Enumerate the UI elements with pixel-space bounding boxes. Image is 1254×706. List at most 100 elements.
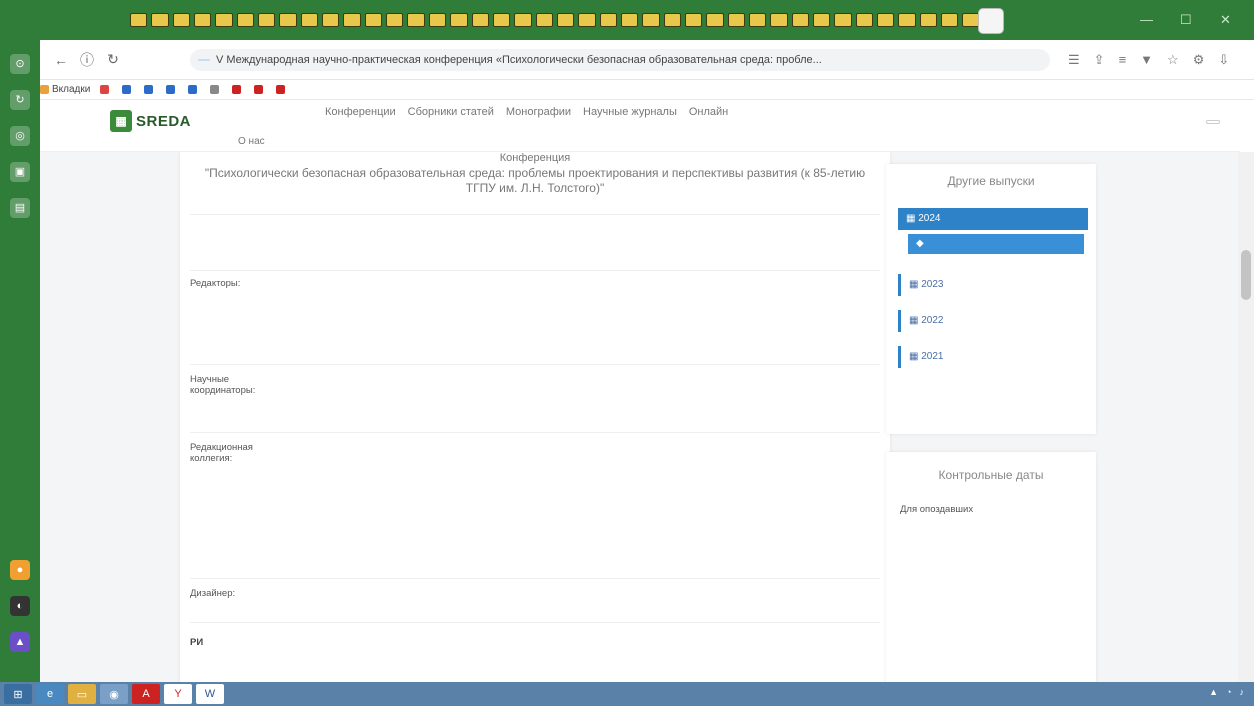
citation-label: РИ xyxy=(190,637,204,648)
bookmark-icon xyxy=(232,85,242,94)
year-item-2022[interactable]: ▦ 2022 xyxy=(898,310,1084,332)
year-item-2021[interactable]: ▦ 2021 xyxy=(898,346,1084,368)
logo-text: SREDA xyxy=(136,112,192,130)
star-icon[interactable]: ☆ xyxy=(1167,52,1179,68)
bookmark-icon xyxy=(210,85,220,94)
conference-card: Конференция "Психологически безопасная о… xyxy=(180,152,890,682)
language-switch[interactable] xyxy=(1206,120,1220,124)
bookmark-item[interactable]: Вкладки xyxy=(40,84,90,95)
conference-title: "Психологически безопасная образовательн… xyxy=(204,166,866,195)
sidebar-app-icon[interactable]: ▲ xyxy=(10,632,30,652)
year-label: 2022 xyxy=(921,315,944,326)
bookmark-item[interactable] xyxy=(144,85,156,94)
year-label: 2023 xyxy=(921,279,944,290)
divider xyxy=(190,432,880,433)
scrollbar-thumb[interactable] xyxy=(1241,250,1251,300)
info-icon[interactable]: ⓘ xyxy=(74,50,100,70)
site-header: ▦ SREDA Конференции Сборники статей Моно… xyxy=(40,100,1240,152)
menu-item-collections[interactable]: Сборники статей xyxy=(408,106,494,118)
menu-item-journals[interactable]: Научные журналы xyxy=(583,106,677,118)
sidebar-app-icon[interactable]: ↻ xyxy=(10,90,30,110)
menu-item-conferences[interactable]: Конференции xyxy=(325,106,396,118)
issue-item[interactable]: ◆ xyxy=(908,234,1084,254)
taskbar-app-icon[interactable]: ◉ xyxy=(100,684,128,704)
panel-title: Контрольные даты xyxy=(938,468,1044,482)
back-icon[interactable]: ← xyxy=(48,52,74,68)
taskbar-app-icon[interactable]: e xyxy=(36,684,64,704)
menu-item-online[interactable]: Онлайн xyxy=(689,106,728,118)
url-field[interactable]: V Международная научно-практическая конф… xyxy=(190,49,1050,71)
sidebar-app-icon[interactable]: ▣ xyxy=(10,162,30,182)
bookmarks-bar: Вкладки xyxy=(40,80,1254,100)
menu-icon[interactable]: ≡ xyxy=(1119,52,1127,68)
sidebar-app-icon[interactable]: ◐ xyxy=(10,596,30,616)
word-icon[interactable]: W xyxy=(196,684,224,704)
bookmark-item[interactable] xyxy=(188,85,200,94)
folder-icon[interactable]: ▭ xyxy=(68,684,96,704)
url-host xyxy=(198,59,210,61)
bookmark-icon xyxy=(276,85,286,94)
divider xyxy=(190,270,880,271)
year-label: 2021 xyxy=(921,351,944,362)
logo-icon: ▦ xyxy=(110,110,132,132)
bookmark-item[interactable] xyxy=(122,85,134,94)
maximize-icon[interactable]: ☐ xyxy=(1180,12,1192,28)
divider xyxy=(190,578,880,579)
bookmark-icon xyxy=(122,85,132,94)
divider xyxy=(190,622,880,623)
divider xyxy=(190,214,880,215)
yandex-icon[interactable]: Y xyxy=(164,684,192,704)
active-tab[interactable] xyxy=(978,8,1004,34)
page-title-in-omnibox: V Международная научно-практическая конф… xyxy=(216,54,822,66)
bookmark-icon xyxy=(188,85,198,94)
sidebar-app-icon[interactable]: ● xyxy=(10,560,30,580)
row-label: Редакционная коллегия: xyxy=(190,442,253,464)
download-icon[interactable]: ⇩ xyxy=(1218,52,1229,68)
sidebar-app-icon[interactable]: ⊙ xyxy=(10,54,30,74)
tab-strip[interactable] xyxy=(130,13,980,29)
bookmark-item[interactable] xyxy=(166,85,178,94)
row-label: Дизайнер: xyxy=(190,588,236,599)
browser-tab-bar: — ☐ ✕ xyxy=(0,0,1254,40)
year-item-2023[interactable]: ▦ 2023 xyxy=(898,274,1084,296)
bookmark-item[interactable] xyxy=(254,85,266,94)
bookmark-item[interactable] xyxy=(232,85,244,94)
divider xyxy=(190,364,880,365)
main-menu: Конференции Сборники статей Монографии Н… xyxy=(325,106,728,118)
reload-icon[interactable]: ↻ xyxy=(100,51,126,68)
reader-icon[interactable]: ☰ xyxy=(1068,52,1080,68)
page-scrollbar[interactable] xyxy=(1238,152,1254,682)
bookmark-icon xyxy=(166,85,176,94)
extension-icon[interactable]: ⚙ xyxy=(1193,52,1205,68)
dates-list: Для опоздавших xyxy=(900,496,1086,523)
site-logo[interactable]: ▦ SREDA xyxy=(110,110,191,132)
bookmark-item[interactable] xyxy=(276,85,288,94)
os-taskbar: ⊞ e ▭ ◉ A Y W ▲ ◔ ♪ xyxy=(0,682,1254,706)
acrobat-icon[interactable]: A xyxy=(132,684,160,704)
bookmark-icon xyxy=(40,85,49,94)
bookmark-item[interactable] xyxy=(210,85,222,94)
sidebar-app-icon[interactable]: ◎ xyxy=(10,126,30,146)
share-icon[interactable]: ⇪ xyxy=(1094,52,1105,68)
system-tray[interactable]: ▲ ◔ ♪ xyxy=(1209,687,1244,697)
bookmark-icon xyxy=(254,85,264,94)
bookmark-icon xyxy=(100,85,110,94)
bookmark-item[interactable] xyxy=(100,85,112,94)
bookmark-icon xyxy=(144,85,154,94)
close-window-icon[interactable]: ✕ xyxy=(1220,12,1231,28)
citation: РИ xyxy=(190,636,880,649)
panel-title: Другие выпуски xyxy=(947,174,1035,188)
menu-item-about[interactable]: О нас xyxy=(238,136,265,147)
menu-item-monographs[interactable]: Монографии xyxy=(506,106,571,118)
toolbar-icons: ☰ ⇪ ≡ ▼ ☆ ⚙ ⇩ xyxy=(1068,52,1229,68)
control-dates-panel: Контрольные даты Для опоздавших xyxy=(886,452,1096,682)
year-label: 2024 xyxy=(918,213,941,224)
year-item-2024[interactable]: ▦ 2024 xyxy=(898,208,1088,230)
other-issues-panel: Другие выпуски ▦ 2024 ◆ ▦ 2023 ▦ 2022 ▦ … xyxy=(886,164,1096,434)
header-right xyxy=(1190,120,1220,124)
start-icon[interactable]: ⊞ xyxy=(4,684,32,704)
bookmark-icon[interactable]: ▼ xyxy=(1140,52,1153,68)
address-bar-row: ← ⓘ ↻ V Международная научно-практическа… xyxy=(40,40,1254,80)
sidebar-app-icon[interactable]: ▤ xyxy=(10,198,30,218)
minimize-icon[interactable]: — xyxy=(1140,12,1153,27)
